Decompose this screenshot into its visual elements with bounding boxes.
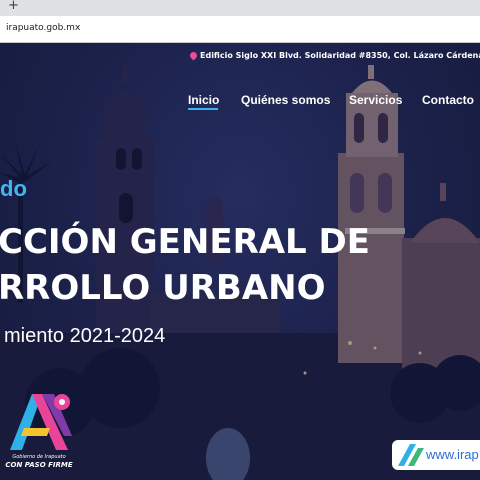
url-text[interactable]: irapuato.gob.mx: [6, 23, 80, 33]
nav-inicio[interactable]: Inicio: [188, 93, 219, 107]
nav-contacto[interactable]: Contacto: [422, 93, 474, 107]
nav-quienes-somos[interactable]: Quiénes somos: [241, 93, 330, 107]
website-url[interactable]: www.irap: [426, 447, 479, 462]
website-logo-icon: [398, 444, 424, 466]
nav-active-indicator: [188, 108, 218, 110]
logo-slogan: CON PASO FIRME: [5, 461, 73, 469]
new-tab-button[interactable]: +: [8, 0, 19, 14]
location-pin-icon: [188, 50, 199, 61]
address-text: Edificio Siglo XXI Blvd. Solidaridad #83…: [200, 51, 480, 60]
address-bar[interactable]: irapuato.gob.mx: [0, 16, 480, 43]
hero-welcome: do: [0, 176, 27, 201]
logo-caption: Gobierno de Irapuato: [12, 454, 66, 460]
hero-title-line2: RROLLO URBANO: [0, 268, 326, 308]
hero-period: miento 2021-2024: [4, 325, 166, 347]
hero-title-line1: CCIÓN GENERAL DE: [0, 222, 371, 262]
nav-servicios[interactable]: Servicios: [349, 93, 402, 107]
address-line: Edificio Siglo XXI Blvd. Solidaridad #83…: [188, 50, 480, 63]
browser-tab-bar: +: [0, 0, 480, 16]
